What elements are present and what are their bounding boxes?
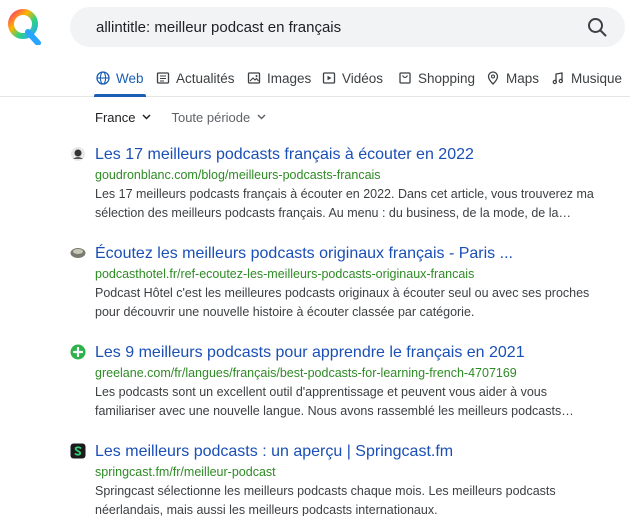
play-icon — [322, 72, 336, 84]
search-icon — [588, 18, 607, 37]
search-input[interactable] — [70, 7, 577, 47]
map-pin-icon — [487, 71, 499, 85]
search-button[interactable] — [577, 7, 617, 47]
tab-web[interactable]: Web — [94, 60, 146, 97]
result-snippet-line: pour découvrir une nouvelle histoire à é… — [95, 305, 475, 319]
period-filter[interactable]: Toute période — [171, 110, 266, 125]
globe-icon — [96, 71, 110, 85]
qwant-logo[interactable] — [6, 7, 42, 46]
tab-label: Maps — [506, 70, 540, 86]
result-title-link[interactable]: Les 9 meilleurs podcasts pour apprendre … — [95, 343, 525, 363]
result-snippet: Les podcasts sont un excellent outil d'a… — [95, 383, 585, 421]
search-results-page: Web Actualités Images Vidéos — [0, 0, 630, 516]
podcasthotel-favicon-icon — [70, 248, 86, 258]
result-url[interactable]: goudronblanc.com/blog/meilleurs-podcasts… — [95, 167, 381, 183]
filter-bar: France Toute période — [95, 108, 266, 126]
region-filter-label: France — [95, 109, 136, 125]
goudronblanc-favicon-icon — [71, 147, 85, 161]
result-snippet-line: familiariser avec une nouvelle langue. N… — [95, 404, 574, 418]
result-title-link[interactable]: Écoutez les meilleurs podcasts originaux… — [95, 244, 513, 264]
result-snippet-line: Les podcasts sont un excellent outil d'a… — [95, 385, 547, 399]
result-snippet-line: sélection des meilleurs podcasts françai… — [95, 206, 571, 220]
tab-label: Vidéos — [342, 70, 384, 86]
newspaper-icon — [156, 72, 170, 84]
result-snippet-line: Podcast Hôtel c'est les meilleures podca… — [95, 286, 590, 300]
result-url[interactable]: springcast.fm/fr/meilleur-podcast — [95, 464, 276, 480]
period-filter-label: Toute période — [171, 109, 251, 125]
result-snippet: Springcast sélectionne les meilleurs pod… — [95, 482, 585, 516]
tab-label: Shopping — [418, 70, 476, 86]
tab-label: Images — [267, 70, 312, 86]
tab-actualites[interactable]: Actualités — [156, 60, 235, 96]
tab-label: Musique — [571, 70, 623, 86]
tab-images[interactable]: Images — [247, 60, 311, 96]
music-note-icon — [552, 72, 563, 85]
qwant-logo-icon — [8, 9, 41, 46]
result-snippet-line: Springcast sélectionne les meilleurs pod… — [95, 484, 556, 498]
result-snippet-line: Les 17 meilleurs podcasts français à éco… — [95, 187, 594, 201]
greelane-favicon-icon — [70, 344, 86, 360]
chevron-down-icon — [257, 114, 266, 120]
tab-maps[interactable]: Maps — [486, 60, 539, 96]
tab-label: Web — [116, 70, 144, 86]
result-url[interactable]: podcasthotel.fr/ref-ecoutez-les-meilleur… — [95, 266, 474, 282]
search-bar — [70, 7, 625, 47]
result-snippet: Les 17 meilleurs podcasts français à éco… — [95, 185, 594, 223]
image-icon — [247, 72, 261, 84]
result-snippet-line: néerlandais, mais aussi les meilleurs po… — [95, 503, 438, 516]
result-title-link[interactable]: Les meilleurs podcasts : un aperçu | Spr… — [95, 442, 453, 462]
springcast-favicon-icon — [70, 443, 86, 459]
tab-shopping[interactable]: Shopping — [398, 60, 475, 96]
shopping-bag-icon — [399, 72, 411, 84]
tab-videos[interactable]: Vidéos — [322, 60, 383, 96]
search-tabs: Web Actualités Images Vidéos Shopping Ma… — [0, 60, 630, 97]
region-filter[interactable]: France — [95, 110, 151, 125]
chevron-down-icon — [142, 114, 151, 120]
tab-label: Actualités — [176, 70, 235, 86]
result-url[interactable]: greelane.com/fr/langues/français/best-po… — [95, 365, 517, 381]
result-snippet: Podcast Hôtel c'est les meilleures podca… — [95, 284, 590, 322]
result-title-link[interactable]: Les 17 meilleurs podcasts français à éco… — [95, 145, 474, 165]
tab-musique[interactable]: Musique — [551, 60, 622, 96]
